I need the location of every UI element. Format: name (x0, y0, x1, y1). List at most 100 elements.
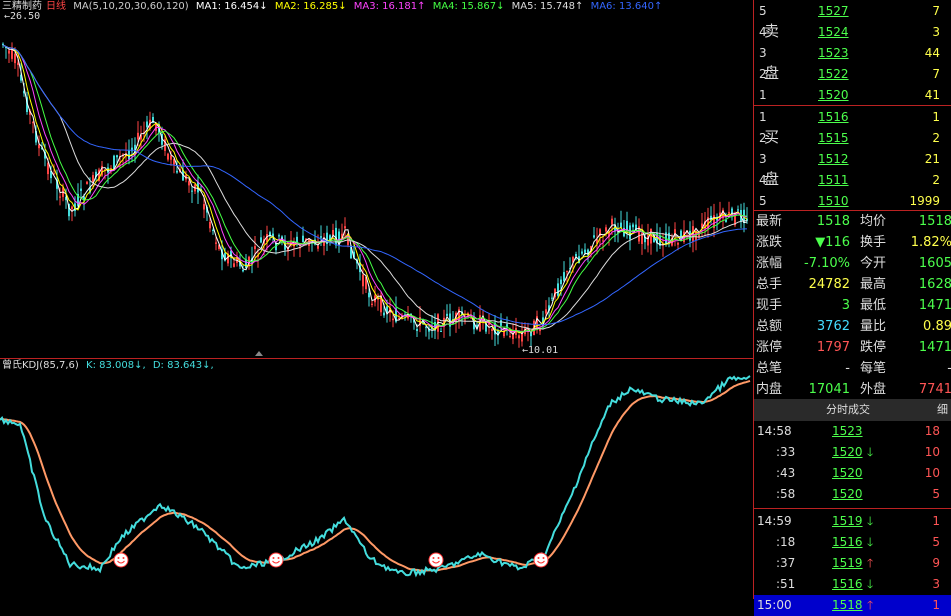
tick-price: 1520 (832, 445, 863, 459)
quote-key: 总手 (756, 277, 783, 292)
quote-value-2: 1.82% (910, 235, 951, 250)
period-label[interactable]: 日线 (46, 1, 66, 12)
tick-row[interactable]: :58 1520 5 (754, 484, 951, 505)
quote-key-2: 换手 (860, 235, 887, 250)
buy-orderbook: 买 盘 1 1516 1 2 1515 2 3 1512 21 4 1511 2 5 1510 1999 (754, 106, 951, 211)
tick-row[interactable]: :37 1519 🡑 9 (754, 553, 951, 574)
buy-level-row[interactable]: 1 1516 1 (754, 107, 951, 128)
quote-key: 现手 (756, 298, 783, 313)
quote-value-2: - (947, 358, 951, 379)
quote-row: 总笔-每笔- (754, 358, 951, 379)
smiley-face (113, 552, 129, 568)
candle-body (557, 283, 559, 296)
quote-value: - (845, 361, 850, 376)
sell-level-row[interactable]: 3 1523 44 (754, 43, 951, 64)
quote-key-2: 每笔 (860, 361, 887, 376)
candle-body (545, 309, 547, 314)
candlestick-chart-panel[interactable]: 三精制药 日线 MA(5,10,20,30,60,120) MA1: 16.454… (0, 0, 753, 358)
candle-body (59, 196, 61, 198)
level-number: 4 (759, 173, 767, 187)
ticks-title[interactable]: 分时成交 (826, 399, 870, 421)
candle-body (302, 235, 304, 242)
candle-body (518, 335, 520, 339)
candle-body (368, 292, 370, 298)
tick-price: 1520 (832, 487, 863, 501)
level-volume: 1 (932, 110, 940, 124)
indicator-name[interactable]: 曾氏KDJ(85,7,6) (2, 360, 79, 371)
candle-body (215, 242, 217, 244)
buy-level-row[interactable]: 5 1510 1999 (754, 191, 951, 212)
kdj-chart-canvas[interactable] (0, 359, 753, 599)
candle-body (584, 249, 586, 253)
sell-level-row[interactable]: 2 1522 7 (754, 64, 951, 85)
level-volume: 21 (924, 152, 940, 166)
candle-body (14, 53, 16, 64)
ticks-header: 分时成交 细 (754, 399, 951, 421)
tick-row[interactable]: 15:00 1518 🡑 1 (754, 595, 951, 616)
smiley-face (268, 552, 284, 568)
level-price: 1527 (818, 4, 849, 18)
quote-key: 涨跌 (756, 235, 783, 250)
tick-volume: 18 (924, 424, 940, 438)
tick-row[interactable]: :51 1516 🡓 3 (754, 574, 951, 595)
ticks-detail-button[interactable]: 细 (937, 399, 948, 421)
tick-time: :58 (776, 487, 796, 501)
sell-level-row[interactable]: 4 1524 3 (754, 22, 951, 43)
candle-body (242, 270, 244, 272)
price-chart-canvas[interactable] (0, 0, 753, 358)
quote-row: 涨幅 -7.10% 今开 1605 (754, 253, 951, 274)
candle-body (317, 245, 319, 249)
tick-row[interactable]: 14:59 1519 🡓 1 (754, 511, 951, 532)
smiley-eye (272, 557, 275, 559)
ma4-value: MA4: 15.867↓ (432, 1, 505, 12)
level-number: 1 (759, 88, 767, 102)
kdj-indicator-panel[interactable]: 曾氏KDJ(85,7,6) K: 83.008↓, D: 83.643↓, (0, 358, 753, 599)
quote-key-2: 外盘 (860, 382, 887, 397)
tick-time: :51 (776, 577, 796, 591)
ticks-list: 14:58 1523 18:33 1520 🡓 10:43 1520 10:58 1520 5 14… (754, 421, 951, 616)
level-price: 1520 (818, 88, 849, 102)
candle-body (371, 303, 373, 305)
quote-row: 内盘 17041 外盘 7741 (754, 379, 951, 400)
quote-key-2: 今开 (860, 256, 887, 271)
candle-body (191, 190, 193, 192)
buy-level-row[interactable]: 3 1512 21 (754, 149, 951, 170)
tick-row[interactable]: :43 1520 10 (754, 463, 951, 484)
candle-body (383, 312, 385, 316)
sell-level-row[interactable]: 5 1527 7 (754, 1, 951, 22)
tick-arrow-icon: 🡓 (867, 577, 874, 591)
quote-value: 1797 (816, 340, 850, 355)
tick-time: :43 (776, 466, 796, 480)
sell-level-row[interactable]: 1 1520 41 (754, 85, 951, 106)
quote-key-2: 跌停 (860, 340, 887, 355)
candle-body (80, 188, 82, 191)
buy-signal-smiley-icon (268, 552, 284, 568)
tick-volume: 5 (932, 487, 940, 501)
buy-level-row[interactable]: 4 1511 2 (754, 170, 951, 191)
d-value: D: 83.643↓, (152, 360, 214, 371)
smiley-eye (432, 557, 435, 559)
tick-time: :18 (776, 535, 796, 549)
level-volume: 44 (924, 46, 940, 60)
candle-body (254, 246, 256, 250)
indicator-header: 曾氏KDJ(85,7,6) K: 83.008↓, D: 83.643↓, (2, 359, 218, 373)
tick-arrow-icon: 🡑 (867, 556, 874, 570)
buy-level-row[interactable]: 2 1515 2 (754, 128, 951, 149)
quote-value: 3762 (816, 319, 850, 334)
candle-body (464, 319, 466, 321)
tick-row[interactable]: :18 1516 🡓 5 (754, 532, 951, 553)
quote-value-2: 1518 (918, 214, 951, 229)
candle-body (344, 226, 346, 229)
level-volume: 2 (932, 173, 940, 187)
candle-body (560, 279, 562, 285)
tick-arrow-icon: 🡓 (867, 445, 874, 459)
tick-price: 1519 (832, 514, 863, 528)
quote-value-2: 1628 (918, 277, 951, 292)
tick-row[interactable]: :33 1520 🡓 10 (754, 442, 951, 463)
level-number: 5 (759, 194, 767, 208)
candle-body (332, 230, 334, 236)
quote-key-2: 最高 (860, 277, 887, 292)
candle-body (167, 153, 169, 160)
candle-body (416, 329, 418, 331)
tick-row[interactable]: 14:58 1523 18 (754, 421, 951, 442)
